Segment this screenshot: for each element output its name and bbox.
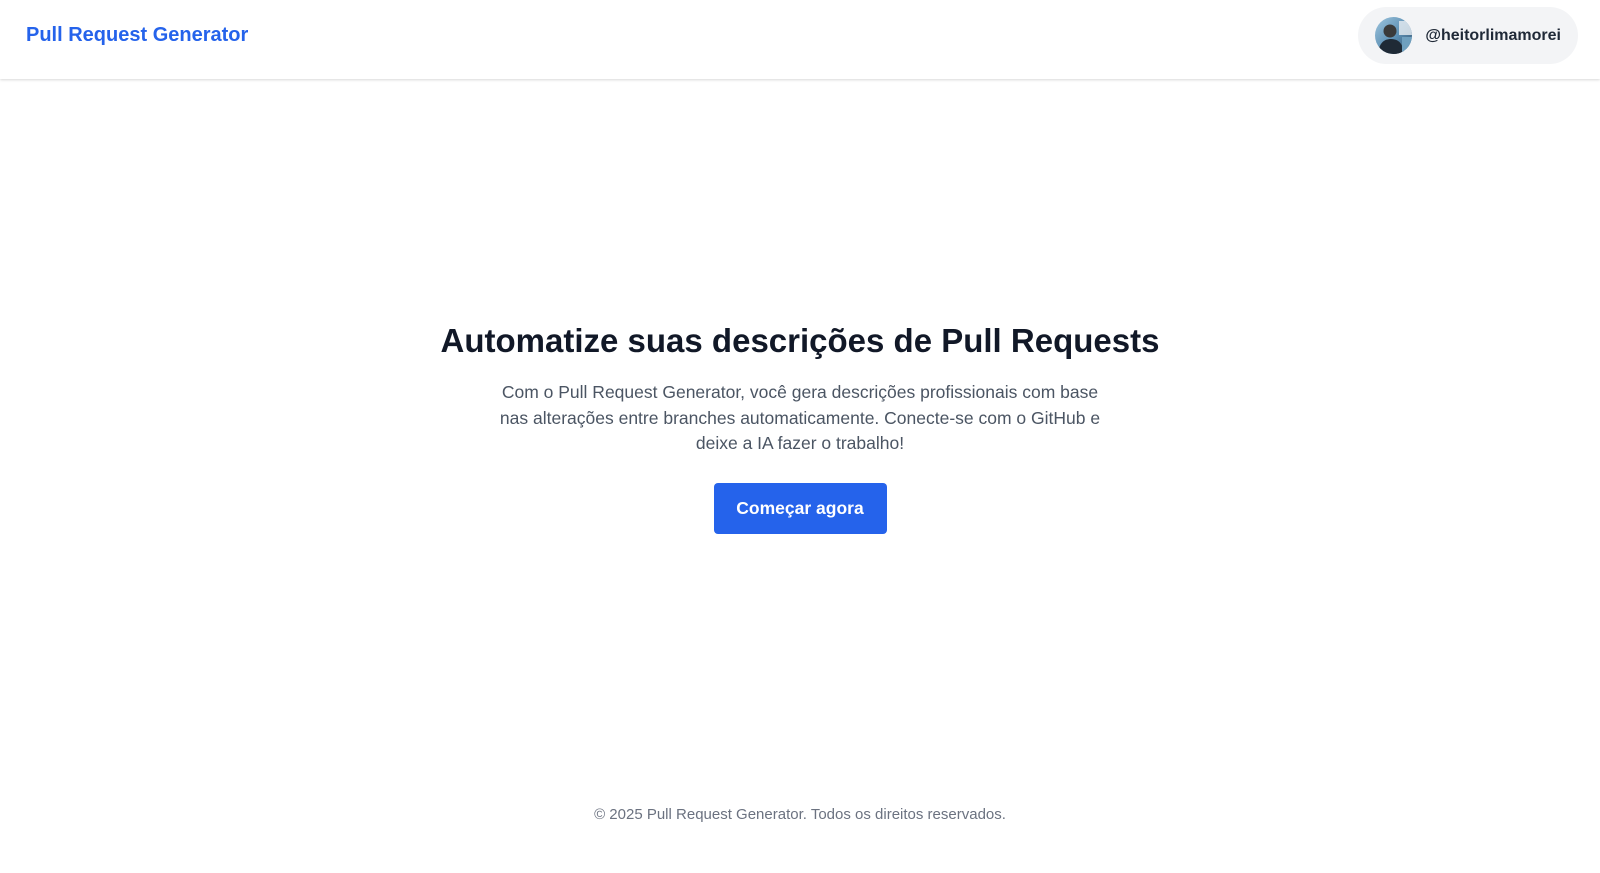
- top-navbar: Pull Request Generator @heitorlimamorei: [0, 0, 1600, 79]
- hero-section: Automatize suas descrições de Pull Reque…: [0, 320, 1600, 534]
- brand-logo-link[interactable]: Pull Request Generator: [26, 22, 248, 48]
- avatar: [1375, 17, 1413, 54]
- footer-copyright: © 2025 Pull Request Generator. Todos os …: [594, 806, 1006, 823]
- page: Pull Request Generator @heitorlimamorei …: [0, 0, 1600, 873]
- user-profile-button[interactable]: @heitorlimamorei: [1358, 7, 1578, 64]
- avatar-image: [1375, 17, 1413, 54]
- hero-title: Automatize suas descrições de Pull Reque…: [440, 322, 1160, 359]
- username-label: @heitorlimamorei: [1425, 26, 1561, 44]
- get-started-button[interactable]: Começar agora: [713, 482, 887, 534]
- hero-description: Com o Pull Request Generator, você gera …: [499, 382, 1101, 453]
